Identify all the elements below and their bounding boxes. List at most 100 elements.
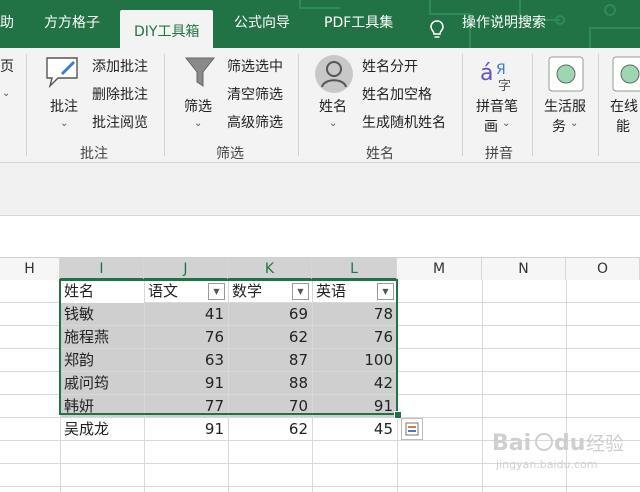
table-cell[interactable]: 91 xyxy=(144,418,228,441)
table-cell[interactable]: 韩妍 xyxy=(60,395,144,418)
group-separator xyxy=(164,54,165,156)
table-cell[interactable]: 91 xyxy=(144,372,228,395)
table-cell[interactable]: 吴成龙 xyxy=(60,418,144,441)
name-big-label: 姓名 xyxy=(319,99,347,115)
column-header-m[interactable]: M xyxy=(397,258,482,280)
chevron-down-icon: ⌄ xyxy=(329,118,338,129)
svg-text:字: 字 xyxy=(498,79,511,92)
quick-analysis-icon xyxy=(405,422,419,436)
tab-diy-toolbox[interactable]: DIY工具箱 xyxy=(120,10,214,48)
group-separator xyxy=(26,54,27,156)
header-cell-name[interactable]: 姓名 xyxy=(60,280,144,303)
tab-formula-wizard[interactable]: 公式向导 xyxy=(234,12,290,32)
tell-me-search[interactable]: 操作说明搜索 xyxy=(462,12,546,32)
pinyin-icon: á Я 字 xyxy=(480,61,511,92)
chevron-down-icon: ⌄ xyxy=(2,88,11,99)
table-cell[interactable]: 100 xyxy=(312,349,397,372)
chevron-down-icon: ⌄ xyxy=(194,118,203,129)
tab-pdf-tools[interactable]: PDF工具集 xyxy=(324,12,393,32)
view-comments-button[interactable]: 批注阅览 xyxy=(92,112,148,132)
formula-bar-area xyxy=(0,163,640,215)
table-cell[interactable]: 45 xyxy=(312,418,397,441)
svg-text:á: á xyxy=(480,61,493,86)
ribbon: 页 ⌄ 批注 ⌄ 添加批注 删除批注 批注阅览 批注 筛选 ⌄ 筛选选中 清空筛… xyxy=(0,48,640,163)
pinyin-group-label: 拼音 xyxy=(485,146,513,162)
split-name-button[interactable]: 姓名分开 xyxy=(362,56,418,76)
group-separator xyxy=(298,54,299,156)
table-cell[interactable]: 76 xyxy=(144,326,228,349)
tab-help[interactable]: 助 xyxy=(0,12,14,32)
column-header-bar: H I J K L M N O xyxy=(0,257,640,281)
chevron-down-icon: ⌄ xyxy=(502,118,511,129)
delete-comment-button[interactable]: 删除批注 xyxy=(92,84,148,104)
filter-dropdown-button[interactable]: ▼ xyxy=(292,283,309,300)
table-cell[interactable]: 87 xyxy=(228,349,312,372)
page-fragment-label: 页 xyxy=(0,59,14,75)
table-cell[interactable]: 戚问筠 xyxy=(60,372,144,395)
life-services-label-1: 生活服 xyxy=(544,99,586,115)
comment-big-label: 批注 xyxy=(50,99,78,115)
lightbulb-icon xyxy=(430,20,444,38)
watermark-url: jingyan.baidu.com xyxy=(496,458,598,471)
table-cell[interactable]: 69 xyxy=(228,303,312,326)
app-circle-icon xyxy=(612,56,640,92)
name-add-space-button[interactable]: 姓名加空格 xyxy=(362,84,432,104)
table-cell[interactable]: 钱敏 xyxy=(60,303,144,326)
formula-input-area[interactable] xyxy=(0,215,640,258)
column-header-n[interactable]: N xyxy=(482,258,566,280)
speech-bubble-icon xyxy=(46,57,78,89)
grid-line xyxy=(0,486,640,487)
table-cell[interactable]: 70 xyxy=(228,395,312,418)
column-header-h[interactable]: H xyxy=(0,258,60,280)
random-name-button[interactable]: 生成随机姓名 xyxy=(362,112,446,132)
svg-text:du: du xyxy=(554,431,585,456)
ribbon-tab-bar: 助 方方格子 DIY工具箱 公式向导 PDF工具集 操作说明搜索 xyxy=(0,0,640,48)
column-header-i[interactable]: I xyxy=(60,258,144,280)
advanced-filter-button[interactable]: 高级筛选 xyxy=(227,112,283,132)
column-header-k[interactable]: K xyxy=(228,258,312,280)
group-separator xyxy=(598,54,599,156)
funnel-icon xyxy=(184,57,216,87)
life-services-label-2: 务 xyxy=(552,119,566,135)
table-cell[interactable]: 88 xyxy=(228,372,312,395)
table-cell[interactable]: 76 xyxy=(312,326,397,349)
grid-line xyxy=(397,280,398,492)
tab-fangfangezi[interactable]: 方方格子 xyxy=(44,12,100,32)
table-cell[interactable]: 63 xyxy=(144,349,228,372)
pinyin-label-line1: 拼音笔 xyxy=(476,99,518,115)
pinyin-label-line2: 画 xyxy=(484,119,498,135)
table-cell[interactable]: 77 xyxy=(144,395,228,418)
grid-line xyxy=(482,280,483,492)
svg-text:Я: Я xyxy=(496,62,506,78)
chevron-down-icon: ⌄ xyxy=(60,118,69,129)
table-cell[interactable]: 42 xyxy=(312,372,397,395)
filter-dropdown-button[interactable]: ▼ xyxy=(208,283,225,300)
clear-filter-button[interactable]: 清空筛选 xyxy=(227,84,283,104)
online-label-2: 能 xyxy=(616,119,630,135)
column-header-j[interactable]: J xyxy=(144,258,228,280)
app-circle-icon xyxy=(548,56,584,92)
column-header-l[interactable]: L xyxy=(312,258,397,280)
svg-text:经验: 经验 xyxy=(586,433,624,455)
table-cell[interactable]: 62 xyxy=(228,326,312,349)
comment-group-label: 批注 xyxy=(80,146,108,162)
group-separator xyxy=(532,54,533,156)
table-cell[interactable]: 施程燕 xyxy=(60,326,144,349)
table-cell[interactable]: 62 xyxy=(228,418,312,441)
filter-dropdown-button[interactable]: ▼ xyxy=(377,283,394,300)
svg-text:Bai: Bai xyxy=(492,431,531,456)
column-header-o[interactable]: O xyxy=(566,258,640,280)
table-cell[interactable]: 78 xyxy=(312,303,397,326)
add-comment-button[interactable]: 添加批注 xyxy=(92,56,148,76)
group-separator xyxy=(462,54,463,156)
quick-analysis-button[interactable] xyxy=(401,418,423,440)
filter-selected-button[interactable]: 筛选选中 xyxy=(227,56,283,76)
filter-group-label: 筛选 xyxy=(216,146,244,162)
chevron-down-icon: ⌄ xyxy=(570,118,579,129)
table-cell[interactable]: 郑韵 xyxy=(60,349,144,372)
table-cell[interactable]: 41 xyxy=(144,303,228,326)
table-cell[interactable]: 91 xyxy=(312,395,397,418)
filter-big-label: 筛选 xyxy=(184,99,212,115)
person-avatar-icon xyxy=(315,55,353,93)
online-label-1: 在线 xyxy=(610,99,638,115)
